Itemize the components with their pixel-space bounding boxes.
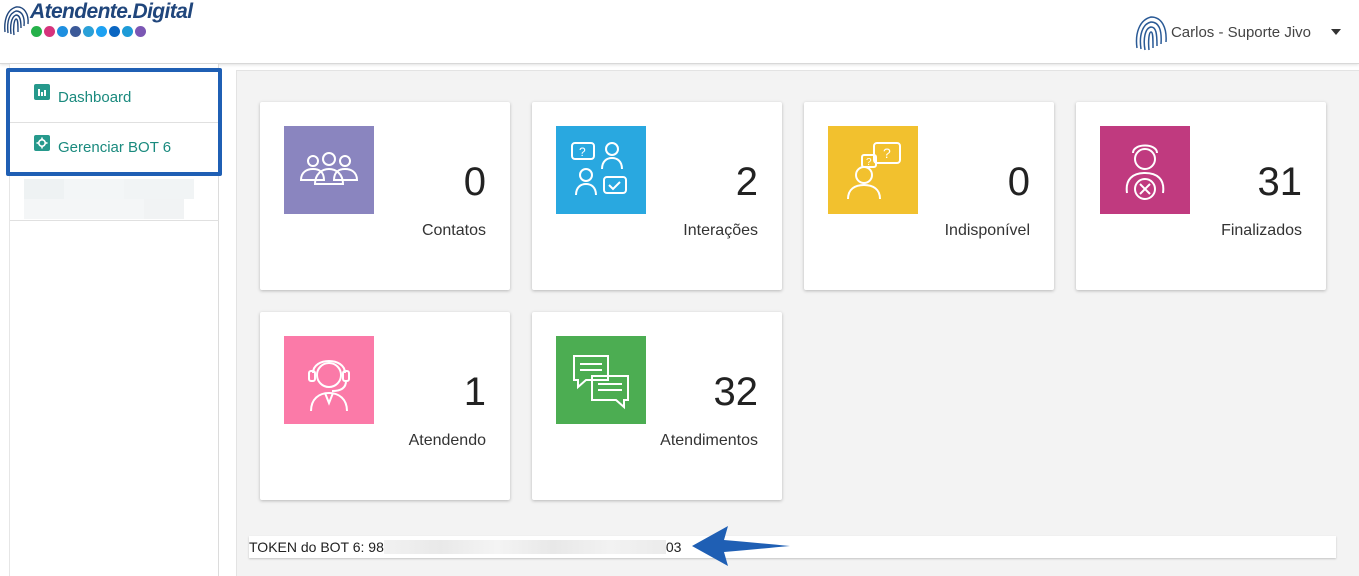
stat-value: 31	[1257, 160, 1303, 204]
skype-icon	[122, 26, 133, 37]
fingerprint-icon	[4, 6, 29, 36]
group-icon	[284, 126, 374, 214]
stat-value: 32	[713, 370, 759, 414]
sidebar-item-label: Gerenciar BOT 6	[58, 139, 172, 156]
stat-label: Interações	[683, 222, 758, 239]
token-redacted	[383, 540, 666, 554]
stat-card-finalizados[interactable]: 31 Finalizados	[1076, 102, 1326, 290]
linkedin-icon	[109, 26, 120, 37]
stat-card-contatos[interactable]: 0 Contatos	[260, 102, 510, 290]
sidebar-nav: Dashboard Gerenciar BOT 6	[6, 68, 222, 176]
stat-value: 0	[1007, 160, 1030, 204]
stat-card-interacoes[interactable]: ? 2 Interações	[532, 102, 782, 290]
svg-text:?: ?	[883, 145, 891, 161]
stat-card-atendendo[interactable]: 1 Atendendo	[260, 312, 510, 500]
stat-label: Finalizados	[1221, 222, 1302, 239]
stat-label: Atendendo	[408, 432, 486, 449]
sidebar-divider	[10, 220, 219, 221]
question-person-icon: ? ?	[828, 126, 918, 214]
bot-token-bar: TOKEN do BOT 6: 98 03	[249, 536, 1336, 558]
viber-icon	[135, 26, 146, 37]
token-prefix: TOKEN do BOT 6: 98	[249, 539, 384, 555]
arrow-left-icon	[692, 526, 790, 566]
person-cancel-icon	[1100, 126, 1190, 214]
stat-card-indisponivel[interactable]: ? ? 0 Indisponível	[804, 102, 1054, 290]
stat-label: Atendimentos	[660, 432, 758, 449]
avatar	[1130, 12, 1171, 52]
chat-bubbles-icon	[556, 336, 646, 424]
stat-label: Indisponível	[944, 222, 1030, 239]
stat-label: Contatos	[421, 222, 486, 239]
stat-card-atendimentos[interactable]: 32 Atendimentos	[532, 312, 782, 500]
brand-logo[interactable]: Atendente.Digital	[0, 0, 200, 42]
svg-text:?: ?	[579, 145, 586, 159]
twitter-icon	[96, 26, 107, 37]
conversation-icon: ?	[556, 126, 646, 214]
top-header: Atendente.Digital Carlos - Suporte Jivo	[0, 0, 1359, 64]
social-icons	[31, 26, 146, 37]
instagram-icon	[44, 26, 55, 37]
user-menu[interactable]: Carlos - Suporte Jivo	[1130, 10, 1341, 54]
sidebar-item-label: Dashboard	[58, 88, 132, 106]
svg-text:?: ?	[866, 157, 872, 168]
sidebar-item-dashboard[interactable]: Dashboard	[10, 72, 218, 122]
user-name: Carlos - Suporte Jivo	[1170, 23, 1311, 41]
stat-value: 0	[463, 160, 486, 204]
whatsapp-icon	[31, 26, 42, 37]
telegram-icon	[83, 26, 94, 37]
blurred-content	[24, 179, 194, 219]
stat-value: 1	[463, 370, 486, 414]
bar-chart-icon	[34, 84, 50, 100]
stat-value: 2	[735, 160, 758, 204]
facebook-icon	[70, 26, 81, 37]
logo-text: Atendente.Digital	[30, 0, 193, 23]
sidebar-item-gerenciar-bot[interactable]: Gerenciar BOT 6	[10, 122, 218, 172]
token-suffix: 03	[665, 539, 682, 555]
chevron-down-icon[interactable]	[1331, 29, 1341, 35]
gear-icon	[34, 134, 50, 151]
wifi-icon	[57, 26, 68, 37]
headset-agent-icon	[284, 336, 374, 424]
